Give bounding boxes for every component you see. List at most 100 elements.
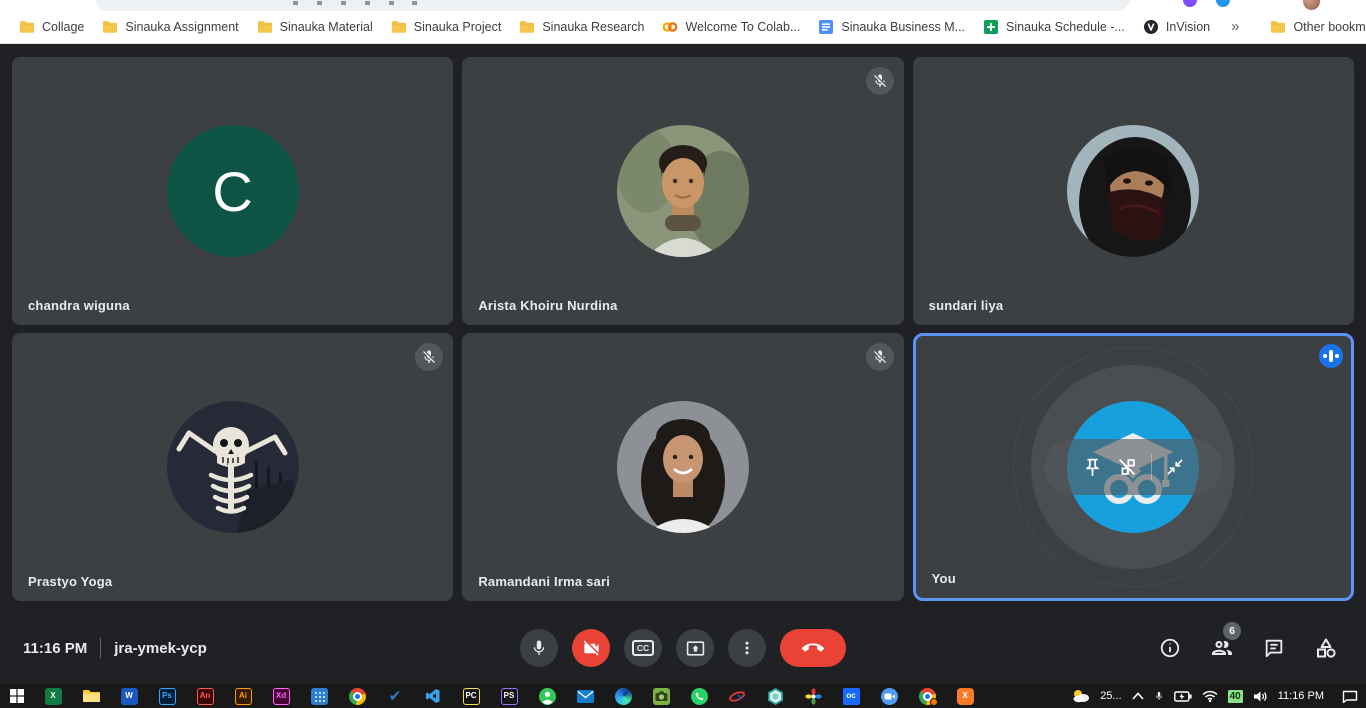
green-person-icon <box>539 688 556 705</box>
taskbar-whatsapp[interactable] <box>680 684 718 708</box>
remove-tile-icon[interactable] <box>1116 456 1138 478</box>
avatar-photo <box>1067 125 1199 257</box>
taskbar-camera-app[interactable] <box>642 684 680 708</box>
participant-tile-prastyo-yoga[interactable]: Prastyo Yoga <box>12 333 453 601</box>
bookmark-label: InVision <box>1166 20 1210 34</box>
avatar-photo <box>617 125 749 257</box>
wifi-icon[interactable] <box>1202 690 1218 702</box>
taskbar-pycharm[interactable]: PC <box>452 684 490 708</box>
photoshop-icon: Ps <box>159 688 176 705</box>
minimize-icon[interactable] <box>1165 457 1185 477</box>
taskbar-edge[interactable] <box>604 684 642 708</box>
bookmarks-overflow-chevron[interactable]: » <box>1219 18 1251 35</box>
taskbar-calendar[interactable] <box>300 684 338 708</box>
volume-icon[interactable] <box>1253 690 1268 703</box>
taskbar-hexagon-app[interactable] <box>756 684 794 708</box>
folder-icon <box>102 19 118 35</box>
bookmark-label: Sinauka Project <box>414 20 502 34</box>
taskbar-mail[interactable] <box>566 684 604 708</box>
start-button[interactable] <box>0 684 34 708</box>
profile-avatar[interactable] <box>1303 0 1320 10</box>
screen: Collage Sinauka Assignment Sinauka Mater… <box>0 0 1366 708</box>
hang-up-button[interactable] <box>780 629 846 667</box>
meet-side-actions: 6 <box>1158 636 1338 660</box>
taskbar-blue-check[interactable]: ✔ <box>376 684 414 708</box>
avatar-photo <box>617 401 749 533</box>
pill-divider <box>1151 454 1152 480</box>
phpstorm-icon: PS <box>501 688 518 705</box>
taskbar-word[interactable]: W <box>110 684 148 708</box>
activities-button[interactable] <box>1314 636 1338 660</box>
other-bookmarks[interactable]: Other bookmarks <box>1261 16 1366 38</box>
taskbar-animate[interactable]: An <box>186 684 224 708</box>
call-controls: CC <box>520 629 846 667</box>
bookmark-label: Welcome To Colab... <box>685 20 800 34</box>
participant-tile-chandra-wiguna[interactable]: C chandra wiguna <box>12 57 453 325</box>
bookmark-sinauka-business[interactable]: Sinauka Business M... <box>809 16 974 38</box>
taskbar-phpstorm[interactable]: PS <box>490 684 528 708</box>
bookmark-sinauka-material[interactable]: Sinauka Material <box>248 16 382 38</box>
participant-tile-sundari-liya[interactable]: sundari liya <box>913 57 1354 325</box>
cartoon-skeleton-image <box>167 401 299 533</box>
bookmark-label: Sinauka Assignment <box>125 20 238 34</box>
bookmark-sinauka-research[interactable]: Sinauka Research <box>510 16 653 38</box>
bookmark-collage[interactable]: Collage <box>10 16 93 38</box>
edge-icon <box>615 688 632 705</box>
meeting-details-button[interactable] <box>1158 636 1182 660</box>
pin-icon[interactable] <box>1082 457 1103 478</box>
taskbar-green-person[interactable] <box>528 684 566 708</box>
bookmark-sinauka-schedule[interactable]: Sinauka Schedule -... <box>974 16 1134 38</box>
extension-icon[interactable] <box>1183 0 1197 7</box>
meeting-details[interactable]: 11:16 PM jra-ymek-ycp <box>23 638 207 658</box>
participants-button[interactable]: 6 <box>1210 636 1234 660</box>
bookmark-sinauka-assignment[interactable]: Sinauka Assignment <box>93 16 247 38</box>
taskbar-illustrator[interactable]: Ai <box>224 684 262 708</box>
captions-button[interactable]: CC <box>624 629 662 667</box>
weather-temp[interactable]: 25... <box>1100 690 1121 702</box>
bookmarks-bar: Collage Sinauka Assignment Sinauka Mater… <box>0 12 1366 44</box>
taskbar-photoshop[interactable]: Ps <box>148 684 186 708</box>
participant-tile-you[interactable]: You <box>913 333 1354 601</box>
mail-icon <box>577 690 594 703</box>
bookmark-invision[interactable]: InVision <box>1134 16 1219 38</box>
taskbar-pinwheel-app[interactable] <box>794 684 832 708</box>
taskbar-video-call-app[interactable] <box>870 684 908 708</box>
participant-tile-ramandani-irma-sari[interactable]: Ramandani Irma sari <box>462 333 903 601</box>
taskbar-xampp[interactable]: X <box>946 684 984 708</box>
xampp-icon: X <box>957 688 974 705</box>
more-options-button[interactable] <box>728 629 766 667</box>
weather-icon[interactable] <box>1072 689 1090 703</box>
audio-bar <box>1329 350 1333 362</box>
profile-badge <box>930 698 938 706</box>
calendar-icon <box>311 688 328 705</box>
colab-icon <box>662 19 678 35</box>
folder-icon <box>1270 19 1286 35</box>
present-button[interactable] <box>676 629 714 667</box>
taskbar-chrome[interactable] <box>338 684 376 708</box>
battery-percent-badge[interactable]: 40 <box>1228 690 1243 703</box>
chat-button[interactable] <box>1262 636 1286 660</box>
mic-button[interactable] <box>520 629 558 667</box>
address-bar[interactable] <box>95 0 1130 11</box>
bookmark-sinauka-project[interactable]: Sinauka Project <box>382 16 511 38</box>
taskbar-orbit-app[interactable] <box>718 684 756 708</box>
tray-clock[interactable]: 11:16 PM <box>1278 690 1324 702</box>
taskbar-excel[interactable]: X <box>34 684 72 708</box>
taskbar-adobe-xd[interactable]: Xd <box>262 684 300 708</box>
participant-name: Prastyo Yoga <box>28 574 112 589</box>
address-bar-fragment <box>389 1 394 5</box>
camera-off-button[interactable] <box>572 629 610 667</box>
tray-expand-chevron[interactable] <box>1132 692 1144 700</box>
tray-mic-icon[interactable] <box>1154 689 1164 703</box>
participant-tile-arista-khoiru-nurdina[interactable]: Arista Khoiru Nurdina <box>462 57 903 325</box>
taskbar-visual-studio[interactable] <box>414 684 452 708</box>
taskbar-chrome-profile[interactable] <box>908 684 946 708</box>
pycharm-icon: PC <box>463 688 480 705</box>
taskbar-file-explorer[interactable] <box>72 684 110 708</box>
bookmark-welcome-to-colab[interactable]: Welcome To Colab... <box>653 16 809 38</box>
taskbar-oc-app[interactable]: oc <box>832 684 870 708</box>
mic-muted-icon <box>866 343 894 371</box>
extension-icon[interactable] <box>1216 0 1230 7</box>
action-center-icon[interactable] <box>1342 690 1358 703</box>
battery-icon[interactable] <box>1174 691 1192 702</box>
